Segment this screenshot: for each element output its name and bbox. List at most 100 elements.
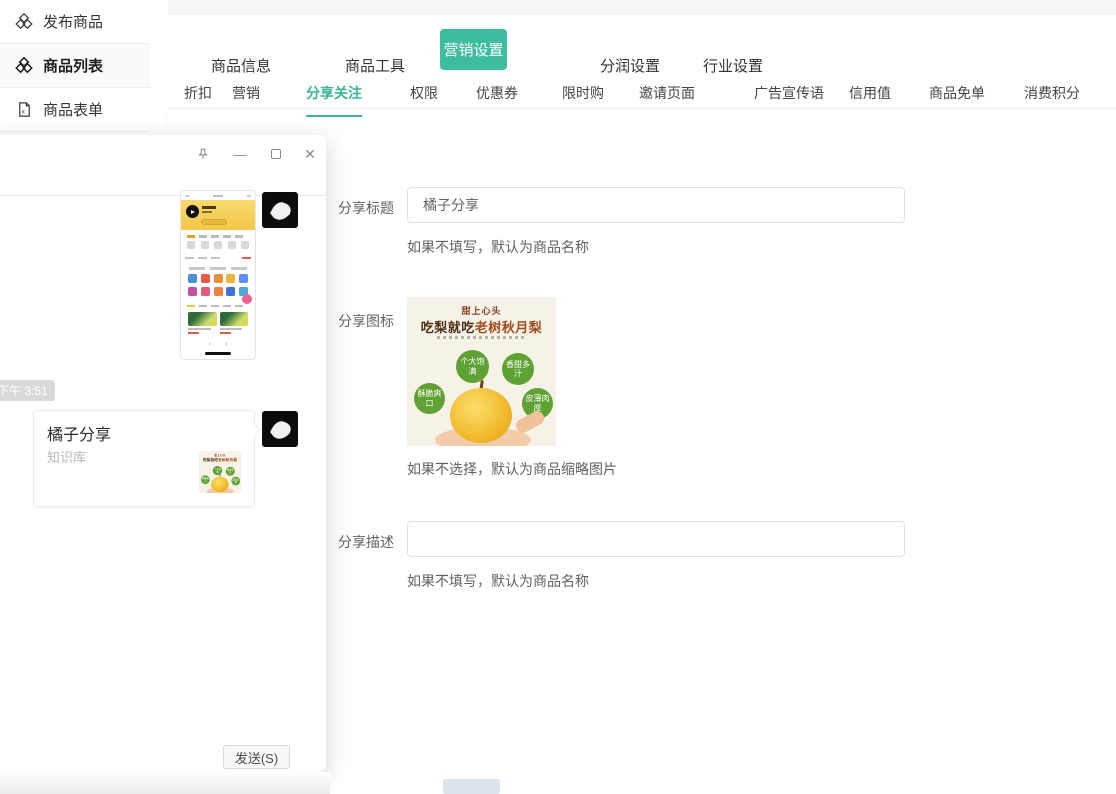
share-icon-helper: 如果不选择，默认为商品缩略图片: [407, 459, 617, 479]
pin-icon[interactable]: [190, 141, 216, 167]
phone-services-card: [183, 263, 253, 300]
sidebar-item-product-form[interactable]: x 商品表单: [0, 88, 150, 132]
phone-app-icon: [214, 274, 223, 283]
sidebar-item-product-list[interactable]: 商品列表: [0, 44, 150, 88]
phone-more-glyph: [247, 195, 251, 197]
phone-app-icon: [226, 274, 235, 283]
subtab-discount[interactable]: 折扣: [184, 83, 212, 115]
tab-industry-settings[interactable]: 行业设置: [703, 55, 763, 76]
phone-app-icon: [226, 287, 235, 296]
phone-home-indicator: [205, 352, 231, 355]
close-icon[interactable]: ✕: [297, 141, 323, 167]
phone-icon: [241, 241, 249, 249]
minimize-icon[interactable]: —: [227, 141, 253, 167]
pear-promo-art-thumb: 甜上心头 吃梨就吃老树秋月梨 个大饱满 香甜多汁 酥脆爽口 皮薄肉厚: [199, 451, 241, 493]
promo-tagline: 甜上心头: [407, 304, 556, 317]
subtab-ad-slogan[interactable]: 广告宣传语: [754, 83, 824, 115]
phone-icon-row: [185, 241, 251, 251]
sidebar-item-label: 发布商品: [43, 11, 103, 32]
phone-title-dash: [213, 195, 223, 197]
phone-tab: [187, 305, 195, 308]
cubes-icon: [14, 56, 34, 76]
subtab-permission[interactable]: 权限: [410, 83, 438, 115]
sent-screenshot-message[interactable]: ‹›: [180, 190, 256, 360]
phone-price-dash: [220, 332, 231, 334]
tab-marketing-settings[interactable]: 营销设置: [440, 29, 507, 70]
share-title-label: 分享标题: [338, 198, 394, 218]
phone-app-icon: [214, 287, 223, 296]
bubble-tail: [248, 423, 261, 436]
phone-product-dash: [188, 328, 211, 330]
user-avatar[interactable]: [262, 192, 298, 228]
sidebar: 发布商品 商品列表 x 商品表单: [0, 0, 168, 140]
phone-price-dash: [188, 332, 199, 334]
promo-badge: 香甜多汁: [226, 467, 235, 476]
promo-headline: 吃梨就吃老树秋月梨: [407, 317, 556, 336]
tab-product-info[interactable]: 商品信息: [211, 55, 271, 76]
phone-pager: ‹›: [181, 338, 255, 348]
tab-profit-settings[interactable]: 分润设置: [600, 55, 660, 76]
subtab-invite-page[interactable]: 邀请页面: [639, 83, 695, 115]
phone-app-icon: [201, 274, 210, 283]
share-icon-image[interactable]: 甜上心头 吃梨就吃老树秋月梨 个大饱满 香甜多汁 酥脆爽口 皮薄肉厚: [407, 297, 556, 446]
phone-tab: [211, 235, 219, 238]
phone-floating-button: [242, 294, 252, 304]
phone-icon: [187, 241, 195, 249]
user-avatar[interactable]: [262, 411, 298, 447]
subtab-credit-value[interactable]: 信用值: [849, 83, 891, 115]
subtab-free-order[interactable]: 商品免单: [929, 83, 985, 115]
subtab-marketing[interactable]: 营销: [232, 83, 260, 115]
phone-section-dash: [210, 267, 226, 270]
subtab-flash-sale[interactable]: 限时购: [562, 83, 604, 115]
promo-subtext: [437, 336, 526, 339]
horizontal-scrollbar-thumb[interactable]: [443, 779, 500, 794]
sidebar-item-label: 商品列表: [43, 55, 103, 76]
phone-app-icon: [239, 274, 248, 283]
share-link-card[interactable]: 橘子分享 知识库 甜上心头 吃梨就吃老树秋月梨 个大饱满 香甜多汁 酥脆爽口 皮…: [33, 410, 255, 507]
pear-fruit: [450, 388, 512, 443]
phone-tab: [199, 305, 207, 308]
phone-section-dash: [189, 267, 205, 270]
share-desc-input[interactable]: [407, 521, 905, 557]
promo-badge: 香甜多汁: [502, 353, 534, 385]
promo-badge: 酥脆爽口: [201, 475, 210, 484]
chat-window-titlebar: — ✕: [0, 135, 326, 196]
file-x-icon: x: [14, 100, 34, 120]
maximize-icon[interactable]: [263, 141, 289, 167]
phone-app-icon: [201, 287, 210, 296]
subtab-share-follow[interactable]: 分享关注: [306, 83, 362, 117]
phone-tab: [199, 235, 207, 238]
phone-product: [188, 312, 217, 334]
phone-stat-dash: [198, 257, 207, 260]
phone-vip-pill: [201, 219, 227, 225]
phone-product-cards: [185, 310, 251, 336]
tabs-header-panel: 商品信息 商品工具 营销设置 分润设置 行业设置 折扣 营销 分享关注 权限 优…: [168, 15, 1116, 132]
svg-text:x: x: [21, 108, 25, 115]
phone-status-bar: [181, 191, 255, 200]
pear-promo-art: 甜上心头 吃梨就吃老树秋月梨 个大饱满 香甜多汁 酥脆爽口 皮薄肉厚: [407, 297, 556, 446]
phone-stat-dash: [185, 257, 194, 260]
phone-tab: [223, 305, 231, 308]
promo-badge: 酥脆爽口: [414, 383, 445, 414]
phone-app-grid-row2: [185, 285, 251, 298]
sidebar-item-publish-product[interactable]: 发布商品: [0, 0, 150, 44]
share-title-input[interactable]: [407, 187, 905, 223]
send-button[interactable]: 发送(S): [223, 745, 290, 769]
phone-stat-red: [242, 257, 251, 260]
phone-avatar: [186, 205, 199, 218]
tab-product-tools[interactable]: 商品工具: [345, 55, 405, 76]
share-icon-label: 分享图标: [338, 311, 394, 331]
message-timestamp: 下午 3:51: [0, 380, 55, 401]
screen: 发布商品 商品列表 x 商品表单 商品信息 商品工具: [0, 0, 1116, 794]
phone-menu-card: [183, 232, 253, 253]
phone-app-grid-row1: [185, 272, 251, 285]
cubes-icon: [14, 12, 34, 32]
promo-headline: 吃梨就吃老树秋月梨: [199, 457, 241, 462]
subtab-coupon[interactable]: 优惠券: [476, 83, 518, 115]
sidebar-item-label: 商品表单: [43, 99, 103, 120]
subtab-points[interactable]: 消费积分: [1024, 83, 1080, 115]
share-desc-label: 分享描述: [338, 532, 394, 552]
chat-share-window: — ✕: [0, 135, 326, 772]
chevron-right-icon: ›: [225, 341, 227, 348]
pear-fruit: [211, 477, 228, 493]
